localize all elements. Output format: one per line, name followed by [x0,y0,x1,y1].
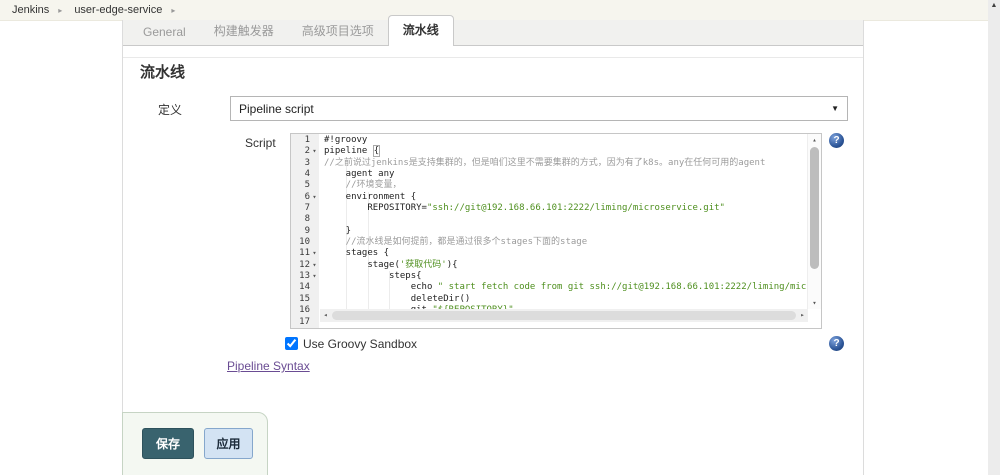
gutter-line: 4 [291,169,319,180]
gutter-line: 7 [291,203,319,214]
use-groovy-sandbox-checkbox[interactable] [285,337,298,350]
save-button[interactable]: 保存 [142,428,194,459]
pipeline-syntax-link[interactable]: Pipeline Syntax [227,359,310,373]
code-line: //之前说过jenkins是支持集群的，但是咱们这里不需要集群的方式，因为有了k… [324,158,808,169]
gutter-line: 5 [291,180,319,191]
code-line: echo " start fetch code from git ssh://g… [324,282,808,293]
code-line: //流水线是如何提前，都是通过很多个stages下面的stage [324,237,808,248]
tab-pipeline[interactable]: 流水线 [388,15,454,46]
vertical-scroll-thumb[interactable] [810,147,819,269]
gutter-line: 17 [291,317,319,328]
definition-select-value: Pipeline script [239,102,314,116]
code-line: REPOSITORY="ssh://git@192.168.66.101:222… [324,203,808,214]
scroll-down-icon[interactable]: ▾ [808,298,821,309]
breadcrumb-separator-icon: ▸ [58,6,62,15]
gutter-line: 6▾ [291,192,319,203]
scroll-right-icon[interactable]: ▸ [797,309,808,322]
code-line: steps{ [324,271,808,282]
use-groovy-sandbox-label: Use Groovy Sandbox [303,337,417,351]
fold-toggle-icon[interactable]: ▾ [310,260,319,271]
gutter-line: 11▾ [291,248,319,259]
page-scrollbar[interactable]: ▲ [988,0,1000,475]
apply-button[interactable]: 应用 [204,428,253,459]
fold-toggle-icon[interactable]: ▾ [310,146,319,157]
fold-toggle-icon[interactable]: ▾ [310,271,319,282]
gutter-line: 1 [291,135,319,146]
section-divider [123,57,863,58]
code-line: #!groovy [324,135,808,146]
gutter-line: 14 [291,282,319,293]
tab-bar: General构建触发器高级项目选项流水线 [123,20,863,46]
gutter-line: 3 [291,158,319,169]
scroll-left-icon[interactable]: ◂ [320,309,331,322]
editor-code[interactable]: #!groovypipeline {//之前说过jenkins是支持集群的，但是… [319,134,808,328]
fold-toggle-icon[interactable]: ▾ [310,192,319,203]
pipeline-script-editor[interactable]: 12▾3456▾7891011▾12▾13▾1415161718 #!groov… [290,133,822,329]
editor-horizontal-scrollbar[interactable]: ◂ ▸ [320,309,808,322]
code-line: stages { [324,248,808,259]
gutter-line: 18 [291,328,319,329]
breadcrumb-separator-icon: ▸ [171,6,175,15]
code-line: pipeline { [324,146,808,157]
panel-left-border [122,20,123,475]
tab-general[interactable]: General [129,20,200,45]
horizontal-scroll-thumb[interactable] [332,311,796,320]
fold-toggle-icon[interactable]: ▾ [310,248,319,259]
code-line: agent any [324,169,808,180]
script-label: Script [245,136,276,150]
scroll-up-icon[interactable]: ▴ [808,135,821,146]
gutter-line: 13▾ [291,271,319,282]
gutter-line: 10 [291,237,319,248]
jenkins-config-page: Jenkins ▸ user-edge-service ▸ ▲ General构建触发… [0,0,1000,475]
gutter-line: 16 [291,305,319,316]
code-line: deleteDir() [324,294,808,305]
code-line: } [324,226,808,237]
editor-gutter: 12▾3456▾7891011▾12▾13▾1415161718 [291,134,319,328]
help-icon[interactable]: ? [829,133,844,148]
breadcrumb-jenkins[interactable]: Jenkins [12,4,49,16]
panel-right-border [863,20,864,475]
chevron-down-icon: ▼ [831,104,839,113]
tab-advanced-project-options[interactable]: 高级项目选项 [288,17,388,45]
gutter-line: 8 [291,214,319,225]
code-line [324,214,808,225]
code-line: environment { [324,192,808,203]
code-line: stage('获取代码'){ [324,260,808,271]
breadcrumb: Jenkins ▸ user-edge-service ▸ [0,0,988,21]
gutter-line: 2▾ [291,146,319,157]
definition-label: 定义 [158,101,182,118]
code-line: //环境变量， [324,180,808,191]
gutter-line: 15 [291,294,319,305]
gutter-line: 12▾ [291,260,319,271]
page-title: 流水线 [140,61,185,82]
breadcrumb-job[interactable]: user-edge-service [74,4,162,16]
gutter-line: 9 [291,226,319,237]
editor-vertical-scrollbar[interactable]: ▴ ▾ [807,134,821,309]
scroll-up-icon[interactable]: ▲ [988,1,1000,11]
tab-build-triggers[interactable]: 构建触发器 [200,17,288,45]
help-icon[interactable]: ? [829,336,844,351]
definition-select[interactable]: Pipeline script ▼ [230,96,848,121]
